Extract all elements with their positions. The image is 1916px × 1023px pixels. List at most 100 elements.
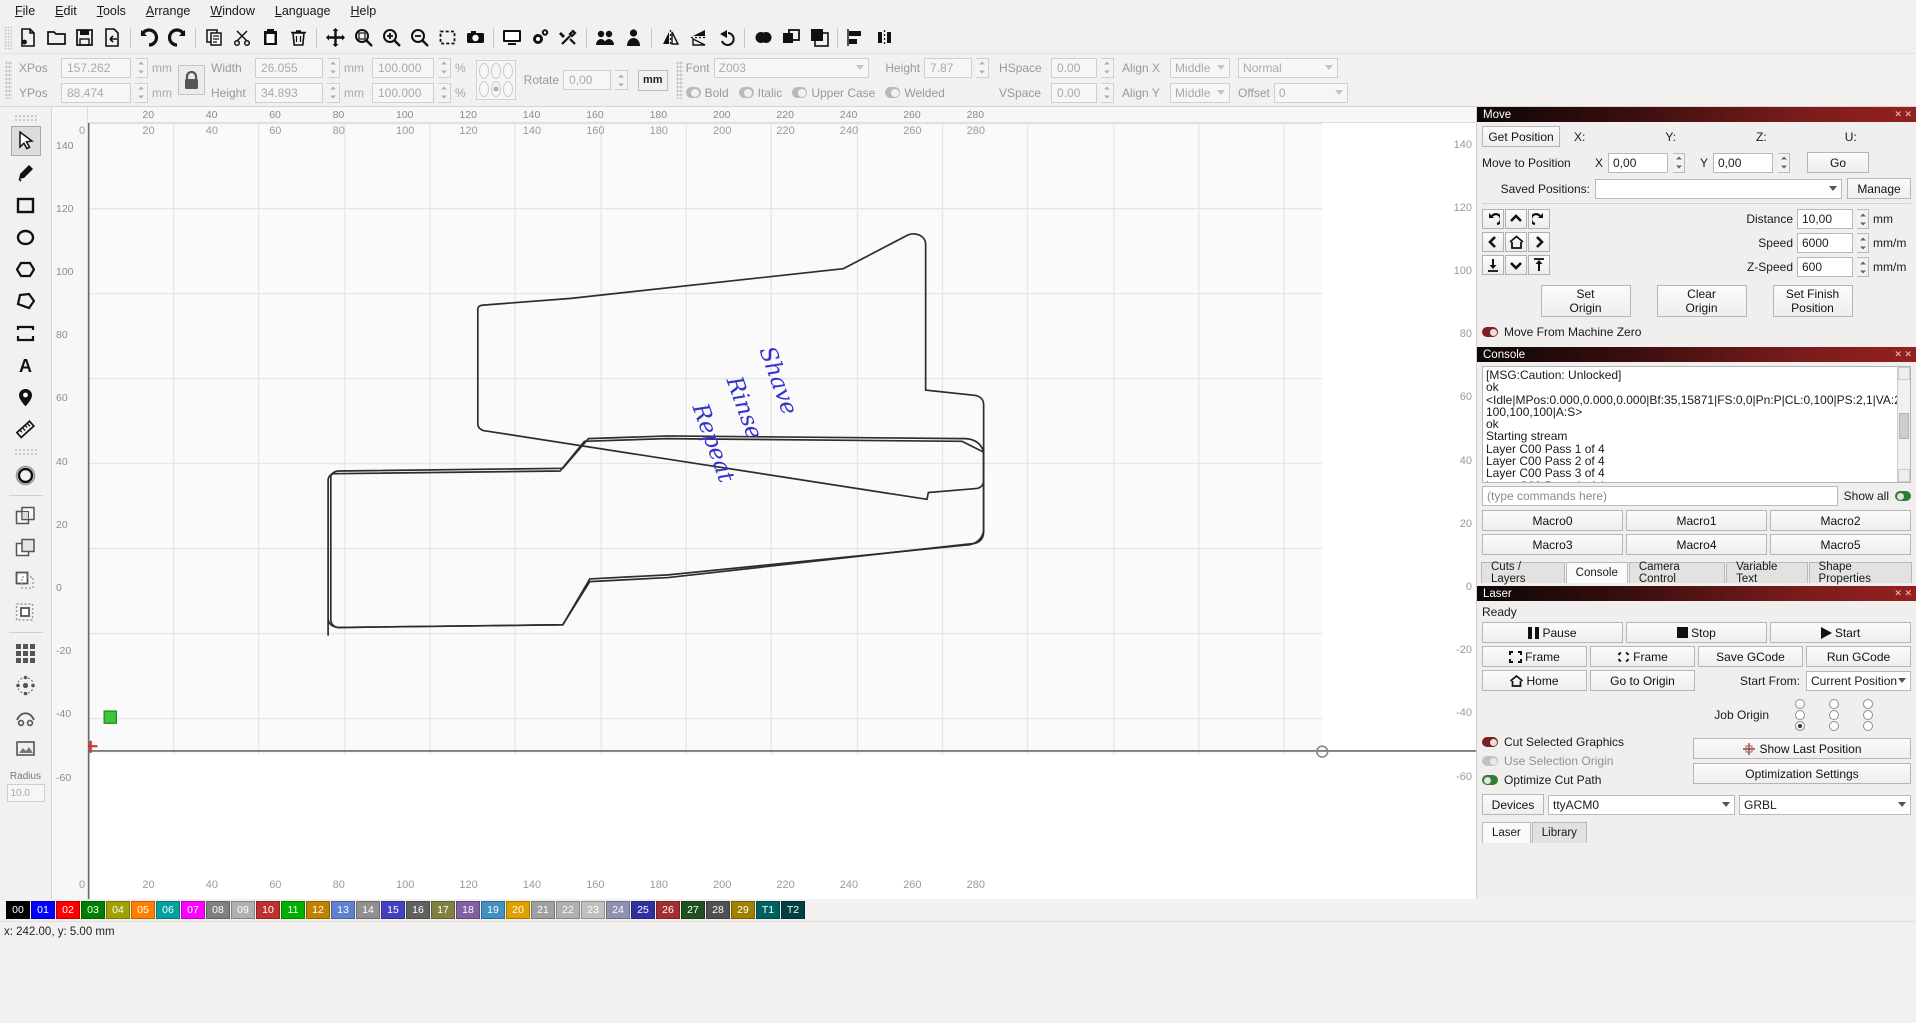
speed-spinner[interactable] [1857,233,1869,253]
palette-swatch-24[interactable]: 24 [606,901,630,919]
copy-icon[interactable] [200,24,228,52]
position-laser-tool[interactable] [11,382,41,412]
hspace-spinner[interactable] [1101,57,1115,78]
protocol-select[interactable]: GRBL [1739,794,1911,815]
boolean-subtract-tool[interactable] [11,533,41,563]
zoom-out-icon[interactable] [405,24,433,52]
rotate-input[interactable]: 0,00 [563,70,612,90]
job-origin-bottom-right[interactable] [1863,720,1873,731]
polygon-tool[interactable] [11,254,41,284]
group-icon[interactable] [591,24,619,52]
undo-icon[interactable] [135,24,163,52]
job-origin-top-left[interactable] [1795,698,1805,709]
palette-swatch-27[interactable]: 27 [681,901,705,919]
stop-button[interactable]: Stop [1626,622,1767,643]
circular-array-tool[interactable] [11,670,41,700]
tab-console[interactable]: Console [1565,562,1628,583]
radius-input[interactable]: 10.0 [6,784,45,802]
open-folder-icon[interactable] [42,24,70,52]
palette-swatch-13[interactable]: 13 [331,901,355,919]
job-origin-top-center[interactable] [1829,698,1839,709]
palette-swatch-T2[interactable]: T2 [781,901,805,919]
tab-camera-control[interactable]: Camera Control [1628,561,1726,585]
frame-round-button[interactable]: Frame [1590,646,1695,667]
macro-button-0[interactable]: Macro0 [1482,510,1623,531]
device-select[interactable]: ttyACM0 [1548,794,1735,815]
canvas-plot-area[interactable]: Shave Rinse Repeat 140 120 100 80 60 40 20 0 -20… [79,123,1476,899]
pause-button[interactable]: Pause [1482,622,1623,643]
palette-swatch-15[interactable]: 15 [381,901,405,919]
menu-item-edit[interactable]: Edit [46,1,86,21]
weld-icon[interactable] [749,24,777,52]
palette-swatch-20[interactable]: 20 [506,901,530,919]
redo-icon[interactable] [163,24,191,52]
rectangle-tool[interactable] [11,190,41,220]
move-x-input[interactable]: 0,00 [1608,152,1669,173]
palette-swatch-29[interactable]: 29 [731,901,755,919]
zoom-in-icon[interactable] [377,24,405,52]
palette-swatch-T1[interactable]: T1 [756,901,780,919]
job-origin-selector[interactable] [1783,698,1885,731]
zspeed-spinner[interactable] [1857,257,1869,277]
palette-swatch-16[interactable]: 16 [406,901,430,919]
grid-array-tool[interactable] [11,638,41,668]
distribute-icon[interactable] [870,24,898,52]
vspace-input[interactable]: 0.00 [1051,82,1098,103]
palette-swatch-03[interactable]: 03 [81,901,105,919]
tools-grip[interactable] [13,114,38,122]
set-origin-button[interactable]: Set Origin [1540,285,1631,317]
manage-positions-button[interactable]: Manage [1847,178,1911,199]
palette-swatch-05[interactable]: 05 [131,901,155,919]
clear-origin-button[interactable]: Clear Origin [1656,285,1747,317]
offset-select[interactable]: 0 [1273,82,1348,103]
macro-button-1[interactable]: Macro1 [1626,510,1767,531]
tools-grip-2[interactable] [13,448,38,456]
height-spinner[interactable] [327,82,340,103]
start-from-select[interactable]: Current Position [1806,670,1911,691]
scroll-up-arrow[interactable] [1898,367,1910,380]
macro-button-3[interactable]: Macro3 [1482,534,1623,555]
save-icon[interactable] [70,24,98,52]
distance-input[interactable]: 10,00 [1797,209,1853,229]
italic-checkbox[interactable] [738,87,754,98]
palette-swatch-28[interactable]: 28 [706,901,730,919]
menu-item-window[interactable]: Window [201,1,263,21]
go-to-origin-button[interactable]: Go to Origin [1590,670,1695,691]
devices-button[interactable]: Devices [1482,794,1544,815]
tab-shape-properties[interactable]: Shape Properties [1808,561,1912,585]
width-percent-input[interactable]: 100.000 [372,57,434,78]
saved-positions-select[interactable] [1595,178,1842,199]
propbar-grip-1[interactable] [5,61,12,99]
macro-button-4[interactable]: Macro4 [1626,534,1767,555]
width-input[interactable]: 26.055 [255,57,323,78]
macro-button-5[interactable]: Macro5 [1770,534,1911,555]
preview-icon[interactable] [498,24,526,52]
jog-home-button[interactable] [1505,232,1527,252]
height-percent-input[interactable]: 100.000 [372,82,434,103]
rotate-icon[interactable] [712,24,740,52]
palette-swatch-22[interactable]: 22 [556,901,580,919]
text-shape-select[interactable]: Normal [1238,57,1339,78]
ellipse-tool[interactable] [11,222,41,252]
palette-swatch-01[interactable]: 01 [31,901,55,919]
start-button[interactable]: Start [1770,622,1911,643]
upper-case-checkbox[interactable] [792,87,808,98]
jog-down-button[interactable] [1505,255,1527,275]
tab-library[interactable]: Library [1531,822,1587,843]
print-and-cut-tool[interactable] [11,702,41,732]
align-left-icon[interactable] [842,24,870,52]
zspeed-input[interactable]: 600 [1797,257,1853,277]
import-icon[interactable] [98,24,126,52]
xpos-input[interactable]: 157.262 [61,57,131,78]
jog-left-button[interactable] [1482,232,1504,252]
offset-icon[interactable] [805,24,833,52]
palette-swatch-09[interactable]: 09 [231,901,255,919]
job-origin-middle-center[interactable] [1829,709,1839,720]
move-x-spinner[interactable] [1673,152,1686,173]
draw-lines-tool[interactable] [11,286,41,316]
save-gcode-button[interactable]: Save GCode [1698,646,1803,667]
palette-swatch-18[interactable]: 18 [456,901,480,919]
move-panel-window-buttons[interactable]: ✕ ✕ [1894,109,1912,120]
palette-swatch-12[interactable]: 12 [306,901,330,919]
toolbar-grip[interactable] [4,25,12,50]
